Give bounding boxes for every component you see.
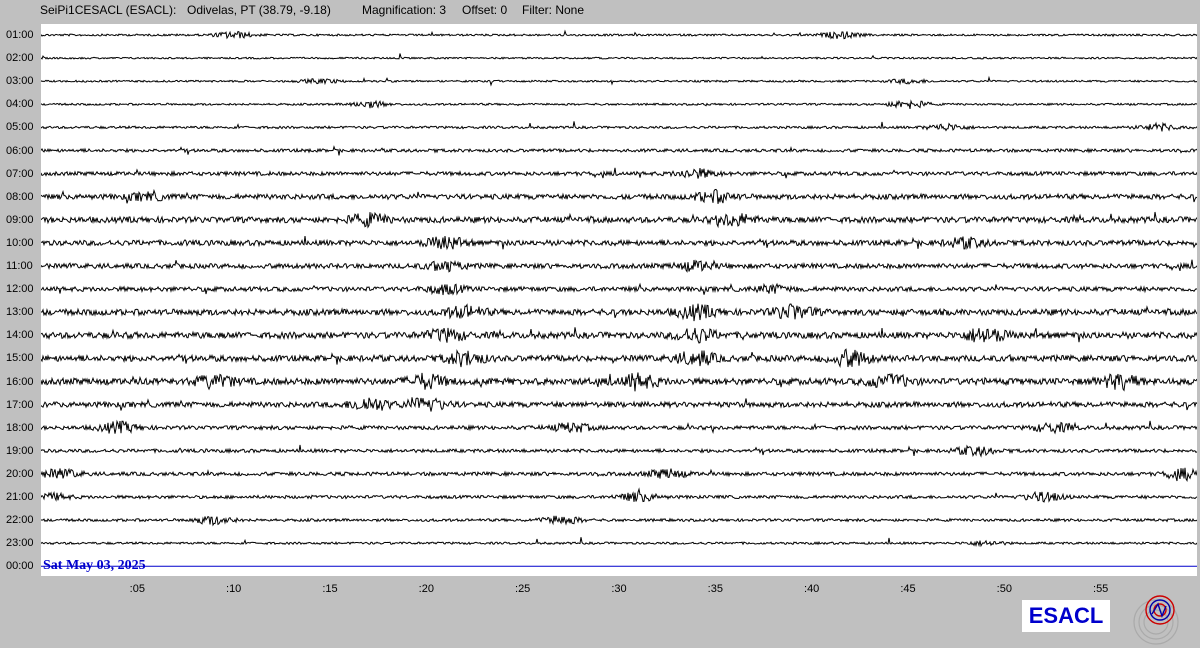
minute-tick-label: :45 <box>900 583 916 595</box>
hour-label: 04:00 <box>6 98 34 111</box>
hour-label: 02:00 <box>6 52 34 65</box>
minute-tick-label: :25 <box>515 583 531 595</box>
station-name: SeiPi1CESACL (ESACL): <box>40 3 177 17</box>
offset-readout: Offset: 0 <box>462 3 508 17</box>
minute-tick-label: :30 <box>611 583 627 595</box>
seismic-trace-row <box>41 282 1197 296</box>
seismic-trace-row <box>41 53 1197 60</box>
minute-tick-label: :50 <box>996 583 1012 595</box>
seismic-trace-row <box>41 467 1197 482</box>
magnification-readout: Magnification: 3 <box>362 3 447 17</box>
hour-label: 15:00 <box>6 352 34 365</box>
hour-label: 07:00 <box>6 167 34 180</box>
hour-label: 13:00 <box>6 306 34 319</box>
seismic-trace-row <box>41 75 1197 87</box>
seismic-trace-row <box>41 121 1197 132</box>
hour-label: 00:00 <box>6 560 34 573</box>
seismic-trace-row <box>41 537 1197 548</box>
seismic-trace-row <box>41 188 1197 204</box>
seismic-trace-row <box>41 372 1197 392</box>
seismic-trace-row <box>41 29 1197 40</box>
seismic-trace-row <box>41 397 1197 412</box>
station-location: Odivelas, PT (38.79, -9.18) <box>187 3 331 17</box>
hour-label: 05:00 <box>6 121 34 134</box>
seismograph-logo-icon <box>1133 595 1179 645</box>
hour-label: 17:00 <box>6 398 34 411</box>
hour-label: 11:00 <box>6 260 33 272</box>
hour-label: 09:00 <box>6 213 34 226</box>
seismic-trace-row <box>41 515 1197 527</box>
header: SeiPi1CESACL (ESACL): Odivelas, PT (38.7… <box>0 0 1200 22</box>
minute-tick-label: :40 <box>804 583 820 595</box>
seismogram-plot <box>41 24 1197 576</box>
minute-tick-label: :15 <box>322 583 338 595</box>
minute-tick-label: :55 <box>1093 583 1109 595</box>
hour-label: 20:00 <box>6 467 34 480</box>
seismic-trace-row <box>41 235 1197 251</box>
minute-tick-label: :35 <box>707 583 723 595</box>
seismic-trace-row <box>41 211 1197 229</box>
hour-label: 23:00 <box>6 537 34 550</box>
seismic-trace-row <box>41 348 1197 368</box>
seismic-trace-row <box>41 444 1197 458</box>
seismic-trace-row <box>41 487 1197 503</box>
hour-label: 10:00 <box>6 236 34 249</box>
hour-label: 01:00 <box>6 29 34 41</box>
hour-label: 21:00 <box>6 491 34 503</box>
minute-tick-label: :10 <box>226 583 242 595</box>
seismic-trace-row <box>41 419 1197 435</box>
esacl-logo: ESACL <box>1022 600 1110 632</box>
seismic-trace-row <box>41 327 1197 344</box>
hour-label: 14:00 <box>6 329 34 342</box>
hour-label: 16:00 <box>6 375 34 388</box>
hour-label: 06:00 <box>6 144 34 157</box>
hour-label: 03:00 <box>6 75 34 88</box>
hour-label: 12:00 <box>6 283 34 296</box>
seismic-trace-row <box>41 99 1197 110</box>
hour-label: 22:00 <box>6 514 34 527</box>
minute-tick-label: :05 <box>129 583 145 595</box>
seismic-trace-row <box>41 259 1197 273</box>
minute-tick-label: :20 <box>418 583 434 595</box>
hour-label: 18:00 <box>6 421 34 434</box>
seismic-trace-row <box>41 303 1197 322</box>
filter-readout: Filter: None <box>522 3 585 17</box>
seismic-trace-row <box>41 145 1197 156</box>
hour-label: 08:00 <box>6 190 34 203</box>
hour-label: 19:00 <box>6 444 34 457</box>
date-label: Sat May 03, 2025 <box>43 558 146 573</box>
seismic-trace-row <box>41 167 1197 179</box>
